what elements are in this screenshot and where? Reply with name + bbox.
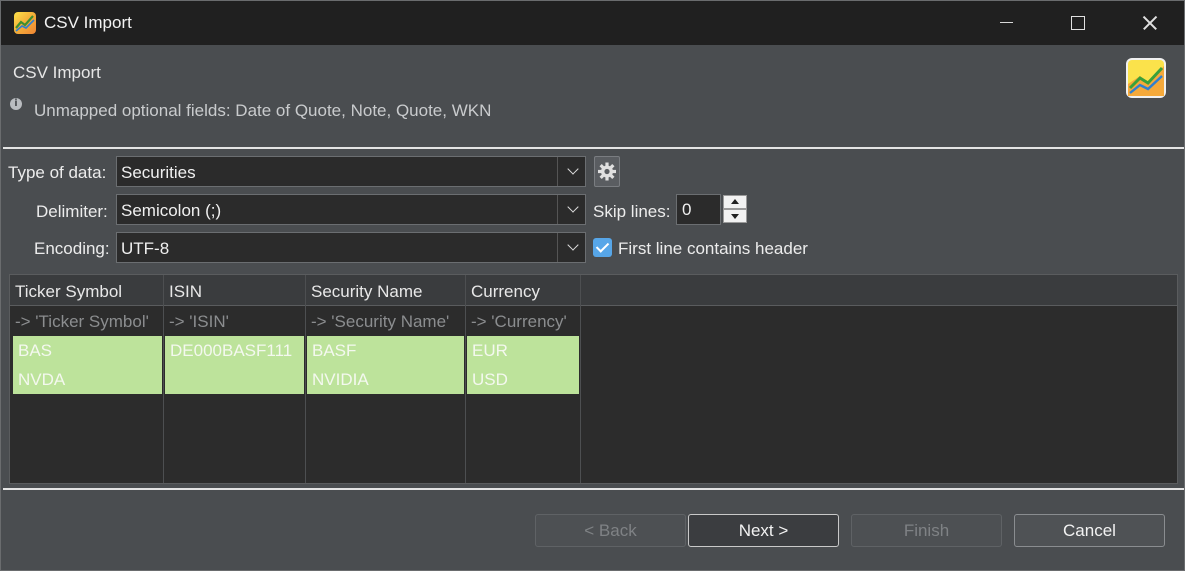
table-cell[interactable]: BAS bbox=[13, 336, 162, 365]
delimiter-label: Delimiter: bbox=[36, 202, 108, 221]
close-button[interactable] bbox=[1114, 1, 1184, 45]
encoding-label: Encoding: bbox=[34, 239, 110, 258]
delimiter-select[interactable]: Semicolon (;) bbox=[116, 194, 586, 225]
csv-import-dialog: CSV Import CSV Import i Unmapped optiona… bbox=[0, 0, 1185, 571]
settings-button[interactable] bbox=[594, 156, 620, 187]
maximize-button[interactable] bbox=[1043, 1, 1113, 45]
gear-icon bbox=[598, 162, 616, 181]
back-button[interactable]: < Back bbox=[535, 514, 686, 547]
checkmark-icon bbox=[595, 239, 610, 253]
first-line-header-label[interactable]: First line contains header bbox=[618, 239, 808, 259]
column-header-isin[interactable]: ISIN bbox=[164, 275, 305, 305]
window-title: CSV Import bbox=[44, 13, 132, 32]
type-of-data-value: Securities bbox=[121, 163, 196, 182]
table-cell[interactable] bbox=[165, 365, 304, 394]
preview-table[interactable]: Ticker Symbol ISIN Security Name Currenc… bbox=[9, 274, 1178, 484]
minimize-icon bbox=[1000, 22, 1013, 23]
chevron-down-icon bbox=[567, 201, 579, 213]
wizard-page-title: CSV Import bbox=[13, 63, 101, 82]
table-header: Ticker Symbol ISIN Security Name Currenc… bbox=[10, 275, 1177, 306]
mapping-cell[interactable]: -> 'ISIN' bbox=[164, 307, 305, 336]
type-of-data-select[interactable]: Securities bbox=[116, 156, 586, 187]
skip-lines-input[interactable]: 0 bbox=[676, 194, 721, 225]
encoding-value: UTF-8 bbox=[121, 239, 170, 258]
encoding-select[interactable]: UTF-8 bbox=[116, 232, 586, 263]
footer-separator bbox=[3, 488, 1184, 490]
arrow-down-icon bbox=[731, 214, 739, 219]
mapping-cell[interactable]: -> 'Ticker Symbol' bbox=[10, 307, 163, 336]
column-header-ticker-symbol[interactable]: Ticker Symbol bbox=[10, 275, 163, 305]
first-line-header-checkbox[interactable] bbox=[593, 238, 612, 257]
mapping-cell[interactable]: -> 'Currency' bbox=[466, 307, 580, 336]
column-header-currency[interactable]: Currency bbox=[466, 275, 580, 305]
skip-lines-value: 0 bbox=[682, 200, 692, 219]
wizard-message: Unmapped optional fields: Date of Quote,… bbox=[34, 101, 492, 120]
type-of-data-label: Type of data: bbox=[8, 163, 107, 182]
app-icon bbox=[14, 12, 36, 34]
next-button[interactable]: Next > bbox=[688, 514, 839, 547]
table-cell[interactable]: NVIDIA bbox=[307, 365, 464, 394]
table-cell[interactable]: BASF bbox=[307, 336, 464, 365]
portfolio-chart-icon bbox=[1126, 58, 1166, 98]
skip-lines-decrement-button[interactable] bbox=[723, 209, 747, 223]
minimize-button[interactable] bbox=[971, 1, 1041, 45]
table-cell[interactable]: NVDA bbox=[13, 365, 162, 394]
maximize-icon bbox=[1071, 16, 1085, 30]
cancel-button[interactable]: Cancel bbox=[1014, 514, 1165, 547]
header-separator bbox=[3, 147, 1184, 149]
mapping-cell[interactable]: -> 'Security Name' bbox=[306, 307, 465, 336]
chevron-down-icon bbox=[567, 163, 579, 175]
arrow-up-icon bbox=[731, 199, 739, 204]
column-header-security-name[interactable]: Security Name bbox=[306, 275, 465, 305]
chevron-down-icon bbox=[567, 239, 579, 251]
table-cell[interactable]: EUR bbox=[467, 336, 579, 365]
title-bar: CSV Import bbox=[1, 1, 1184, 45]
skip-lines-label: Skip lines: bbox=[593, 202, 671, 221]
delimiter-value: Semicolon (;) bbox=[121, 201, 222, 220]
table-cell[interactable]: USD bbox=[467, 365, 579, 394]
table-cell[interactable]: DE000BASF111 bbox=[165, 336, 304, 365]
info-icon: i bbox=[10, 98, 22, 110]
skip-lines-increment-button[interactable] bbox=[723, 195, 747, 209]
finish-button[interactable]: Finish bbox=[851, 514, 1002, 547]
